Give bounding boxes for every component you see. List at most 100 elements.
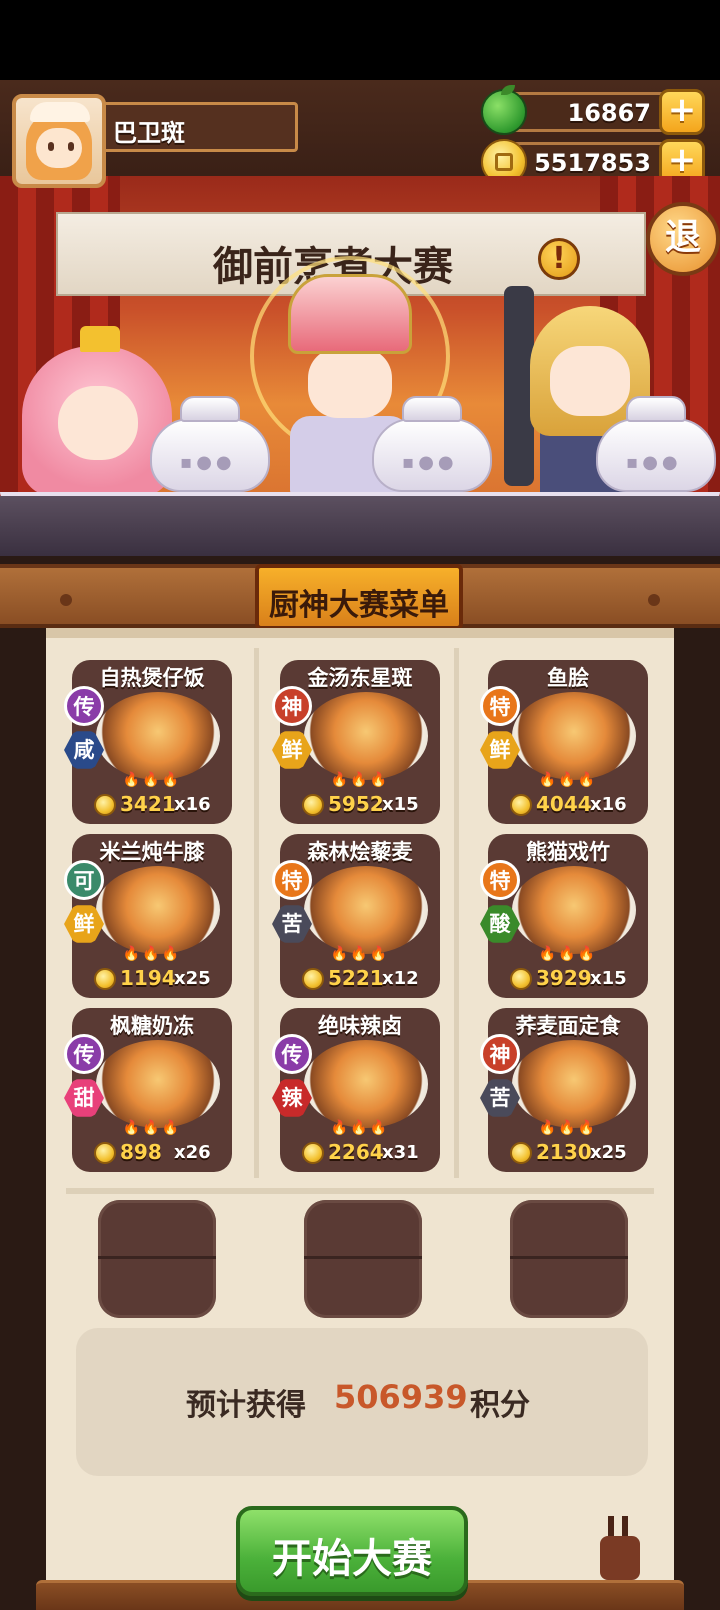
- rank-badge: 特: [272, 860, 312, 900]
- apple-resource: 16867 +: [481, 85, 705, 135]
- cooking-pot: ▪●●: [596, 396, 716, 492]
- rank-badge: 特: [480, 686, 520, 726]
- estimate-box: 预计获得 506939 积分: [76, 1328, 648, 1476]
- dish-count: x16: [174, 794, 211, 815]
- dish-image: [96, 1040, 220, 1128]
- rank-badge: 传: [64, 1034, 104, 1074]
- dish-count: x25: [590, 1142, 627, 1163]
- flame-icon: 🔥🔥🔥: [122, 1120, 182, 1136]
- contest-stage: 御前烹煮大赛 ! 退 ▪●● ▪●● ▪●●: [0, 176, 720, 556]
- cooking-pot: ▪●●: [372, 396, 492, 492]
- dish-card[interactable]: 森林烩藜麦特苦 🔥🔥🔥 5221 x12: [272, 834, 440, 998]
- player-avatar[interactable]: [12, 94, 106, 188]
- dish-count: x16: [590, 794, 627, 815]
- flame-icon: 🔥🔥🔥: [122, 946, 182, 962]
- utensil-jar-decoration: [590, 1510, 650, 1580]
- dish-card[interactable]: 自热煲仔饭传咸 🔥🔥🔥 3421 x16: [64, 660, 232, 824]
- coin-icon: [94, 794, 116, 816]
- estimate-value: 506939: [334, 1378, 468, 1416]
- dish-card[interactable]: 金汤东星斑神鲜 🔥🔥🔥 5952 x15: [272, 660, 440, 824]
- stage-floor: [0, 496, 720, 556]
- dish-image: [512, 866, 636, 954]
- dish-count: x26: [174, 1142, 211, 1163]
- dish-price: 5221: [328, 966, 384, 990]
- menu-title: 厨神大赛菜单: [269, 588, 449, 623]
- coin-icon: [94, 968, 116, 990]
- start-contest-button[interactable]: 开始大赛: [236, 1506, 468, 1596]
- apple-count: 16867: [567, 99, 652, 127]
- flame-icon: 🔥🔥🔥: [122, 772, 182, 788]
- dish-count: x15: [382, 794, 419, 815]
- coin-icon: [94, 1142, 116, 1164]
- estimate-suffix: 积分: [470, 1388, 530, 1423]
- dish-price: 5952: [328, 792, 384, 816]
- coin-icon: [302, 794, 324, 816]
- dish-count: x31: [382, 1142, 419, 1163]
- dish-count: x15: [590, 968, 627, 989]
- dish-count: x12: [382, 968, 419, 989]
- dish-name: 鱼脍: [547, 666, 589, 690]
- dish-image: [304, 1040, 428, 1128]
- dish-price: 3421: [120, 792, 176, 816]
- menu-title-plate: 厨神大赛菜单: [255, 564, 463, 630]
- flame-icon: 🔥🔥🔥: [538, 772, 598, 788]
- dish-name: 枫糖奶冻: [110, 1014, 194, 1038]
- add-apples-button[interactable]: +: [659, 89, 705, 135]
- start-contest-label: 开始大赛: [272, 1536, 432, 1582]
- dish-price: 4044: [536, 792, 592, 816]
- dish-card[interactable]: 熊猫戏竹特酸 🔥🔥🔥 3929 x15: [480, 834, 648, 998]
- rank-badge: 特: [480, 860, 520, 900]
- dish-slot[interactable]: [510, 1200, 628, 1318]
- rank-badge: 神: [272, 686, 312, 726]
- exit-button[interactable]: 退: [646, 202, 720, 276]
- flame-icon: 🔥🔥🔥: [330, 772, 390, 788]
- divider: [66, 1188, 654, 1194]
- dish-name: 金汤东星斑: [307, 666, 413, 690]
- rank-badge: 传: [272, 1034, 312, 1074]
- dish-card[interactable]: 枫糖奶冻传甜 🔥🔥🔥 898 x26: [64, 1008, 232, 1172]
- dish-card[interactable]: 荞麦面定食神苦 🔥🔥🔥 2130 x25: [480, 1008, 648, 1172]
- plus-icon: +: [667, 140, 697, 180]
- dish-image: [512, 1040, 636, 1128]
- dish-image: [96, 692, 220, 780]
- dish-image: [96, 866, 220, 954]
- dish-price: 3929: [536, 966, 592, 990]
- apple-icon: [481, 85, 527, 135]
- rank-badge: 传: [64, 686, 104, 726]
- coin-icon: [510, 1142, 532, 1164]
- coin-icon: [302, 968, 324, 990]
- dish-price: 2130: [536, 1140, 592, 1164]
- dish-card[interactable]: 米兰炖牛膝可鲜 🔥🔥🔥 1194 x25: [64, 834, 232, 998]
- flame-icon: 🔥🔥🔥: [330, 1120, 390, 1136]
- rank-badge: 神: [480, 1034, 520, 1074]
- dish-card[interactable]: 鱼脍特鲜 🔥🔥🔥 4044 x16: [480, 660, 648, 824]
- player-name-box: 巴卫斑: [100, 102, 298, 152]
- estimate-prefix: 预计获得: [186, 1388, 306, 1423]
- dish-count: x25: [174, 968, 211, 989]
- rank-badge: 可: [64, 860, 104, 900]
- dish-slot[interactable]: [304, 1200, 422, 1318]
- flame-icon: 🔥🔥🔥: [538, 1120, 598, 1136]
- dish-name: 荞麦面定食: [515, 1014, 621, 1038]
- dish-card[interactable]: 绝味辣卤传辣 🔥🔥🔥 2264 x31: [272, 1008, 440, 1172]
- dish-image: [304, 692, 428, 780]
- dish-name: 森林烩藜麦: [307, 840, 413, 864]
- dish-price: 898: [120, 1140, 162, 1164]
- dish-price: 2264: [328, 1140, 384, 1164]
- dish-price: 1194: [120, 966, 176, 990]
- flame-icon: 🔥🔥🔥: [330, 946, 390, 962]
- coin-icon: [510, 794, 532, 816]
- top-header: 巴卫斑 16867 + 5517853 +: [0, 80, 720, 188]
- dish-slot[interactable]: [98, 1200, 216, 1318]
- dish-name: 米兰炖牛膝: [99, 840, 205, 864]
- dish-name: 绝味辣卤: [318, 1014, 402, 1038]
- cooking-pot: ▪●●: [150, 396, 270, 492]
- dish-image: [512, 692, 636, 780]
- status-bar: [0, 0, 720, 80]
- dish-image: [304, 866, 428, 954]
- coin-count: 5517853: [534, 149, 651, 177]
- coin-icon: [510, 968, 532, 990]
- exclamation-icon[interactable]: !: [538, 238, 580, 280]
- coin-icon: [302, 1142, 324, 1164]
- player-name: 巴卫斑: [113, 119, 185, 147]
